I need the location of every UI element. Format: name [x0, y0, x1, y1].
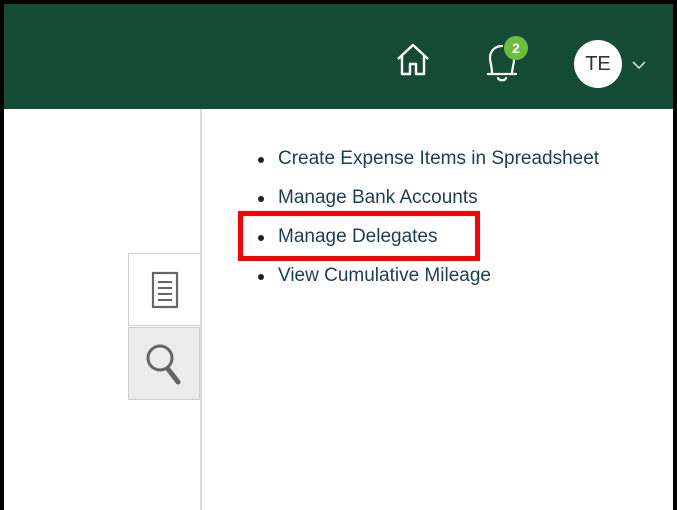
- app-header: 2 TE: [4, 4, 673, 109]
- list-item: Create Expense Items in Spreadsheet: [256, 142, 599, 181]
- tab-search[interactable]: [128, 327, 200, 400]
- chevron-down-icon: [632, 61, 646, 70]
- home-icon: [397, 43, 429, 76]
- notifications-button[interactable]: 2: [474, 32, 530, 88]
- tasks-icon: [151, 271, 178, 308]
- manage-bank-accounts-link[interactable]: Manage Bank Accounts: [278, 187, 478, 208]
- user-menu[interactable]: TE: [574, 40, 656, 90]
- list-item: View Cumulative Mileage: [256, 259, 599, 298]
- search-icon: [146, 344, 181, 384]
- highlight-box: [238, 211, 480, 261]
- notification-count-badge: 2: [504, 36, 528, 60]
- tab-tasks[interactable]: [128, 253, 200, 326]
- home-button[interactable]: [390, 37, 436, 83]
- create-expense-items-link[interactable]: Create Expense Items in Spreadsheet: [278, 148, 599, 169]
- side-tab-bar: [128, 253, 202, 403]
- view-cumulative-mileage-link[interactable]: View Cumulative Mileage: [278, 265, 491, 286]
- avatar: TE: [574, 40, 622, 88]
